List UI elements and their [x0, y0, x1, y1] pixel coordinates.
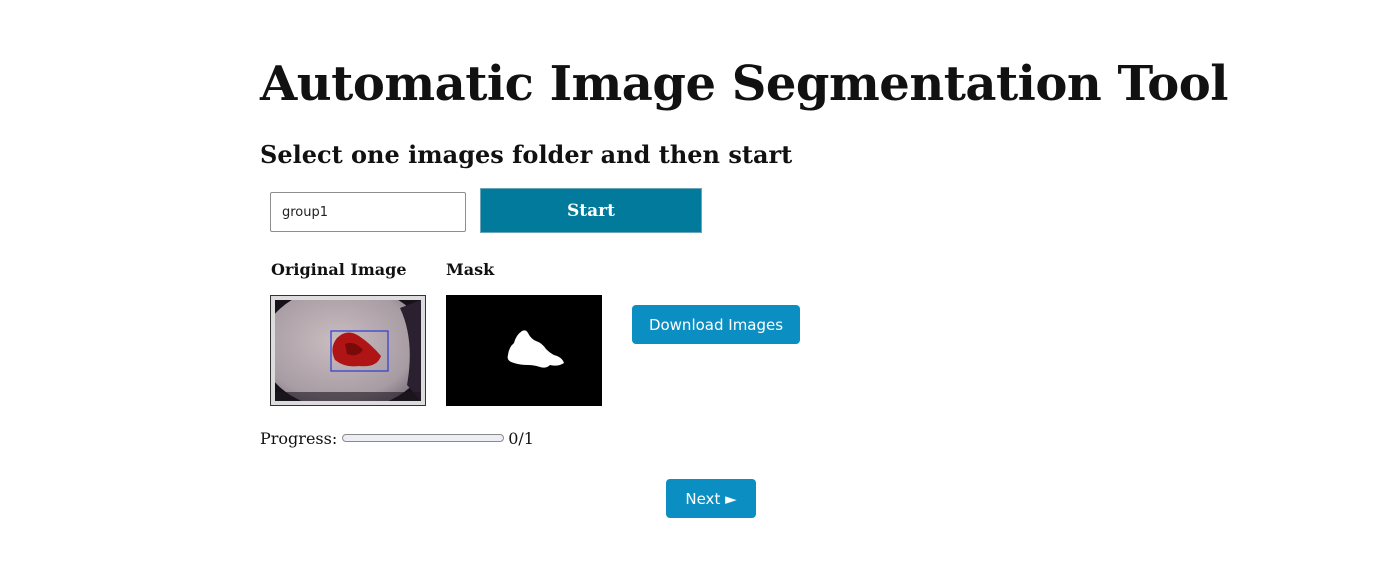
progress-bar	[342, 434, 505, 442]
page-title: Automatic Image Segmentation Tool	[260, 56, 1229, 112]
original-image	[270, 295, 426, 406]
start-button[interactable]: Start	[480, 188, 702, 233]
original-image-label: Original Image	[271, 260, 407, 279]
download-images-button[interactable]: Download Images	[632, 305, 800, 344]
progress-row: Progress: 0/1	[260, 428, 534, 448]
page-subtitle: Select one images folder and then start	[260, 140, 793, 169]
next-button[interactable]: Next ►	[666, 479, 756, 518]
progress-label: Progress:	[260, 428, 338, 448]
folder-input[interactable]	[270, 192, 466, 232]
mask-image	[446, 295, 602, 406]
mask-image-thumbnail	[446, 295, 602, 406]
mask-label: Mask	[446, 260, 495, 279]
progress-count: 0/1	[508, 428, 534, 448]
original-image-thumbnail	[275, 300, 421, 401]
